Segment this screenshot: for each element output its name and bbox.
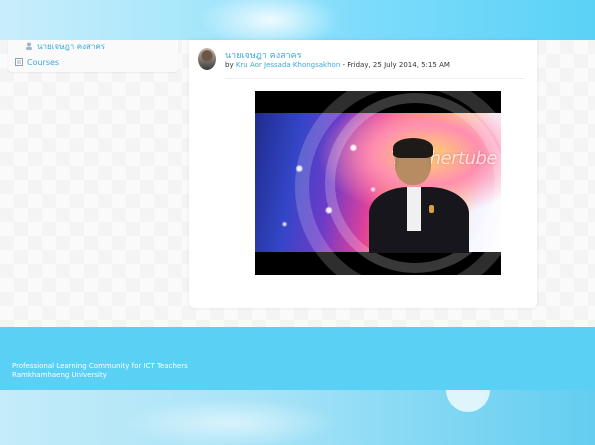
footer-line-1: Professional Learning Community for ICT … — [12, 362, 188, 370]
video-player[interactable]: Teachertube — [255, 91, 501, 275]
presenter-figure — [365, 138, 473, 253]
date-separator: - — [342, 61, 346, 69]
courses-icon — [14, 58, 23, 67]
post-divider — [225, 78, 525, 79]
post-date: Friday, 25 July 2014, 5:15 AM — [347, 61, 450, 69]
post-title[interactable]: นายเจษฎา คงสาคร — [225, 48, 302, 62]
header-banner — [0, 0, 595, 50]
sidebar-item-profile[interactable]: นายเจษฎา คงสาคร — [8, 40, 178, 52]
presenter-badge — [429, 205, 434, 213]
sidebar-item-courses[interactable]: Courses — [8, 56, 178, 68]
decor-bubble — [446, 390, 490, 412]
footer-line-2: Ramkhamhaeng University — [12, 371, 107, 379]
footer-text: Professional Learning Community for ICT … — [12, 362, 188, 380]
presenter-hair — [393, 138, 433, 158]
decor-glow — [120, 398, 340, 445]
sidebar-item-label[interactable]: นายเจษฎา คงสาคร — [37, 40, 105, 53]
sidebar-block: นายเจษฎา คงสาคร Courses — [8, 40, 178, 72]
bottom-decoration — [0, 390, 595, 445]
user-icon — [24, 42, 33, 51]
footer-band — [0, 327, 595, 390]
presenter-collar — [407, 187, 421, 231]
avatar[interactable] — [198, 48, 216, 70]
post-meta: by Kru Aor Jessada Khongsakhon - Friday,… — [225, 61, 450, 69]
by-label: by — [225, 61, 234, 69]
video-thumbnail: Teachertube — [255, 91, 501, 275]
sidebar-item-label[interactable]: Courses — [27, 58, 59, 67]
author-link[interactable]: Kru Aor Jessada Khongsakhon — [236, 61, 340, 69]
forum-post-card: นายเจษฎา คงสาคร by Kru Aor Jessada Khong… — [189, 40, 537, 308]
